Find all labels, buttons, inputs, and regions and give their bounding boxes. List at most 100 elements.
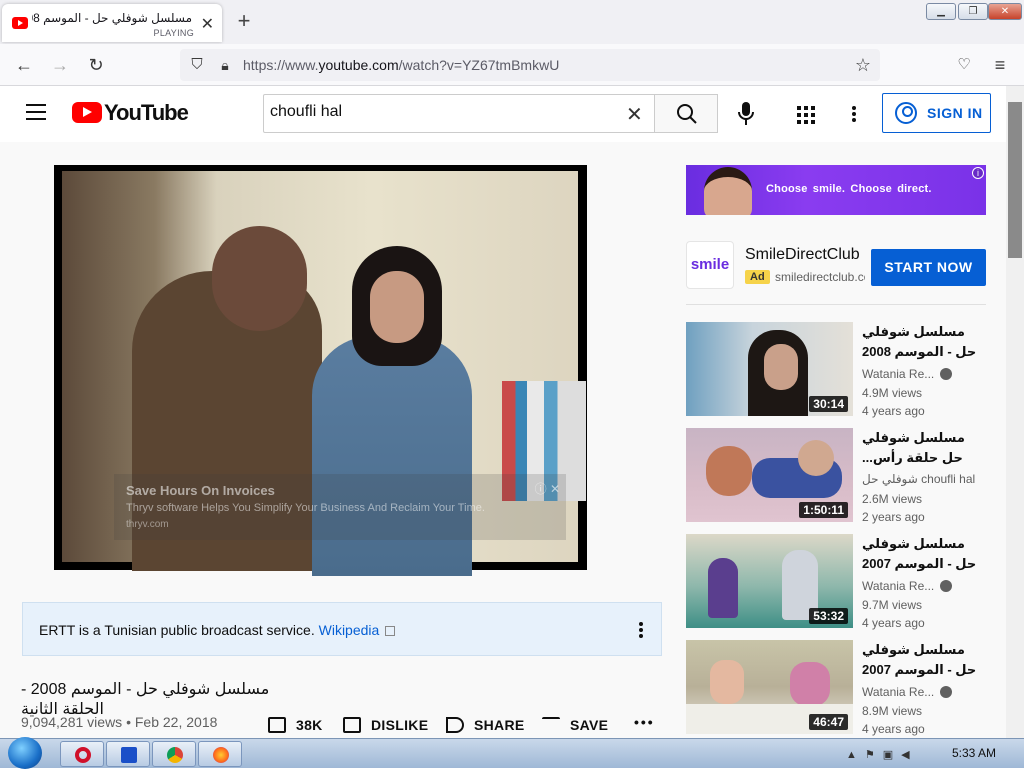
video-player[interactable]: Save Hours On Invoices Thryv software He… — [54, 165, 587, 576]
video-thumbnail[interactable]: 30:14 — [686, 322, 853, 416]
browser-tab-strip: مسلسل شوفلي حل - الموسم 2008 - PLAYING ✕… — [0, 0, 1024, 44]
taskbar-chrome[interactable] — [152, 741, 196, 767]
clear-search-icon[interactable]: ✕ — [626, 102, 643, 127]
wikipedia-link[interactable]: Wikipedia — [319, 622, 380, 638]
search-button[interactable] — [654, 94, 718, 133]
shield-icon[interactable]: ⛉ — [184, 53, 210, 77]
like-count: 38K — [296, 717, 323, 733]
browser-toolbar: ← → ↻ ⛉ 🔒︎ https://www.youtube.com/watch… — [0, 44, 1024, 86]
youtube-logo-icon[interactable] — [72, 102, 102, 123]
malwarebytes-icon — [121, 747, 137, 763]
video-thumbnail[interactable]: 53:32 — [686, 534, 853, 628]
search-input[interactable] — [270, 103, 610, 121]
recommendation-item[interactable]: 30:14 مسلسل شوفلي حل - الموسم 2008 ... W… — [686, 322, 986, 418]
url-text[interactable]: https://www.youtube.com/watch?v=YZ67tmBm… — [243, 57, 559, 73]
pocket-icon[interactable]: ♡ — [951, 53, 977, 77]
app-menu-icon[interactable]: ≡ — [987, 53, 1013, 77]
recommendation-title[interactable]: مسلسل شوفلي حل حلقة رأس... — [862, 428, 980, 468]
forward-icon[interactable]: → — [47, 53, 73, 77]
window-close-button[interactable]: ✕ — [988, 3, 1022, 20]
video-thumbnail[interactable]: 1:50:11 — [686, 428, 853, 522]
firefox-icon — [213, 747, 229, 763]
sign-in-button[interactable]: SIGN IN — [882, 93, 991, 133]
recommendation-views: 4.9M views — [862, 386, 923, 400]
ad-badge: Ad — [745, 270, 770, 284]
bookmark-star-icon[interactable]: ☆ — [850, 53, 876, 77]
lock-icon[interactable]: 🔒︎ — [212, 53, 238, 77]
start-now-button[interactable]: START NOW — [871, 249, 986, 286]
account-icon — [895, 102, 917, 124]
start-button[interactable] — [8, 737, 42, 769]
thumbnail-face — [798, 440, 834, 476]
info-more-icon[interactable] — [639, 622, 643, 638]
recommendation-views: 9.7M views — [862, 598, 923, 612]
back-icon[interactable]: ← — [11, 53, 37, 77]
advertiser-name[interactable]: SmileDirectClub — [745, 246, 860, 264]
divider — [686, 304, 986, 305]
verified-check-icon — [940, 580, 953, 592]
thumbnail-face — [764, 344, 798, 390]
advertiser-logo[interactable]: smile — [686, 241, 734, 289]
recommendation-title[interactable]: مسلسل شوفلي حل - الموسم 2008 ... — [862, 322, 980, 362]
taskbar-clock[interactable]: 5:33 AM — [952, 746, 996, 760]
share-button[interactable]: SHARE — [446, 714, 525, 733]
thumbnail-figure — [706, 446, 752, 496]
thumbs-up-icon — [268, 717, 286, 733]
youtube-header: YouTube ✕ SIGN IN — [0, 86, 1006, 142]
meta-separator: • — [126, 714, 131, 730]
video-thumbnail[interactable]: 46:47 — [686, 640, 853, 734]
recommendation-title[interactable]: مسلسل شوفلي حل - الموسم 2007 ... — [862, 534, 980, 574]
reload-icon[interactable]: ↻ — [83, 53, 109, 77]
video-figure-woman — [312, 336, 472, 576]
video-meta: 9,094,281 views • Feb 22, 2018 — [21, 714, 217, 730]
youtube-favicon-icon — [12, 17, 28, 29]
recommendation-item[interactable]: 53:32 مسلسل شوفلي حل - الموسم 2007 ... W… — [686, 534, 986, 630]
tab-close-icon[interactable]: ✕ — [201, 14, 214, 34]
taskbar-malwarebytes[interactable] — [106, 741, 150, 767]
tab-playing-label: PLAYING — [153, 28, 194, 38]
channel-name[interactable]: Watania Re... — [862, 366, 953, 381]
recommendation-item[interactable]: 1:50:11 مسلسل شوفلي حل حلقة رأس... شوفلي… — [686, 428, 986, 524]
share-icon — [446, 717, 464, 733]
window-maximize-button[interactable]: ❐ — [958, 3, 988, 20]
settings-more-icon[interactable] — [852, 106, 856, 122]
thumbnail-figure — [790, 662, 830, 706]
video-duration: 46:47 — [809, 714, 848, 730]
external-link-icon — [385, 626, 396, 636]
window-minimize-button[interactable]: ▁ — [926, 3, 956, 20]
channel-name[interactable]: Watania Re... — [862, 684, 953, 699]
browser-tab-active[interactable]: مسلسل شوفلي حل - الموسم 2008 - PLAYING ✕ — [2, 4, 222, 42]
advertiser-domain: smiledirectclub.com — [775, 270, 865, 284]
dislike-button[interactable]: DISLIKE — [343, 714, 428, 733]
new-tab-button[interactable]: + — [232, 8, 256, 34]
video-overlay-ad[interactable]: Save Hours On Invoices Thryv software He… — [114, 474, 566, 540]
scrollbar-thumb[interactable] — [1008, 102, 1022, 258]
hamburger-menu-icon[interactable] — [26, 104, 46, 120]
ad-info-icon[interactable]: i — [972, 167, 984, 179]
system-tray-icons[interactable]: ▲⚑▣◀︎ — [846, 748, 918, 761]
voice-search-mic-icon[interactable] — [734, 100, 758, 128]
verified-check-icon — [940, 686, 953, 698]
info-panel-text: ERTT is a Tunisian public broadcast serv… — [39, 622, 396, 638]
youtube-logo-text[interactable]: YouTube — [104, 100, 189, 126]
channel-name[interactable]: Watania Re... — [862, 578, 953, 593]
recommendation-title[interactable]: مسلسل شوفلي حل - الموسم 2007 ... — [862, 640, 980, 680]
save-button[interactable]: SAVE — [542, 714, 608, 733]
overlay-ad-close-icon[interactable]: ⓘ ✕ — [535, 480, 560, 497]
taskbar-firefox[interactable] — [198, 741, 242, 767]
more-actions-icon[interactable]: ••• — [634, 714, 655, 730]
overlay-ad-title[interactable]: Save Hours On Invoices — [126, 483, 275, 498]
url-bar[interactable]: ⛉ 🔒︎ https://www.youtube.com/watch?v=YZ6… — [180, 49, 880, 81]
recommendation-item[interactable]: 46:47 مسلسل شوفلي حل - الموسم 2007 ... W… — [686, 640, 986, 736]
sidebar-ad-banner[interactable]: Choose smile. Choose direct. i — [686, 165, 986, 215]
recommendation-age: 4 years ago — [862, 404, 925, 418]
video-duration: 53:32 — [809, 608, 848, 624]
page-scrollbar[interactable] — [1006, 86, 1024, 738]
search-box[interactable]: ✕ — [263, 94, 655, 133]
publish-date: Feb 22, 2018 — [134, 714, 218, 730]
taskbar-opera[interactable] — [60, 741, 104, 767]
like-button[interactable]: 38K — [268, 714, 323, 733]
channel-name[interactable]: شوفلي حل choufli hal — [862, 472, 975, 486]
apps-grid-icon[interactable] — [797, 106, 815, 124]
thumbs-down-icon — [343, 717, 361, 733]
